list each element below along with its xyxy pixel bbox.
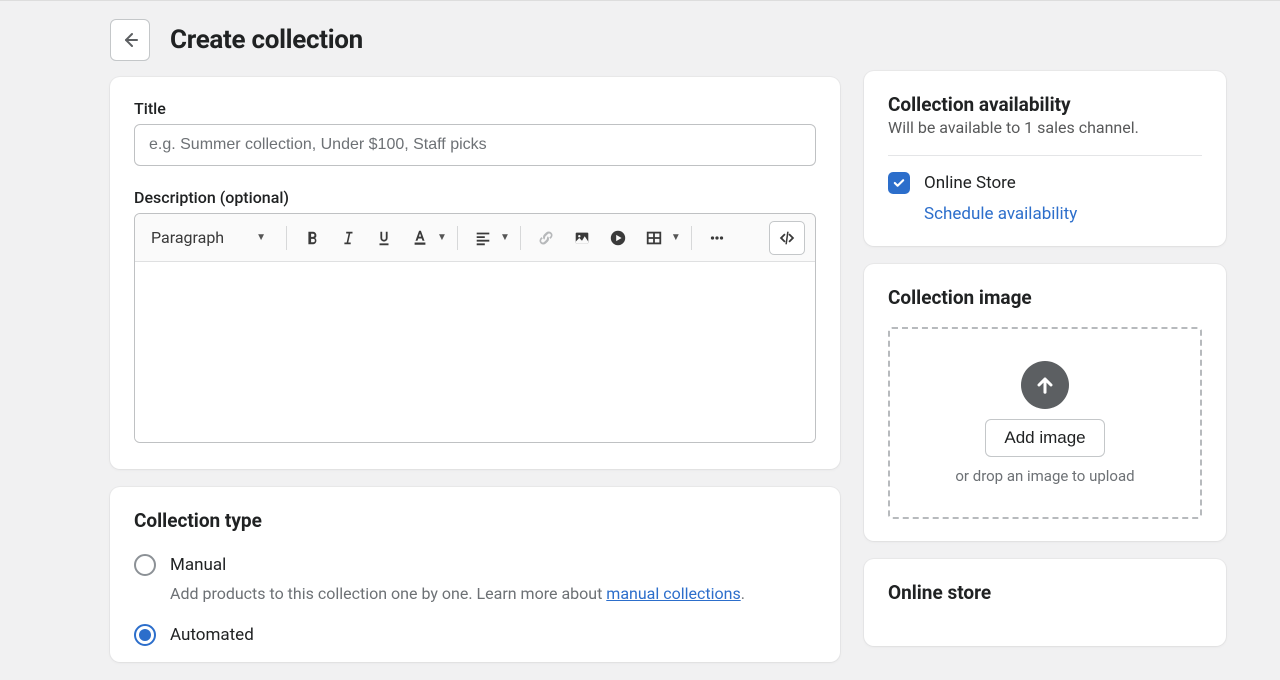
separator [691,226,692,250]
arrow-left-icon [120,30,140,50]
availability-card: Collection availability Will be availabl… [864,71,1226,246]
paragraph-style-label: Paragraph [151,228,224,247]
availability-heading: Collection availability [888,93,1202,116]
image-icon [573,229,591,247]
chevron-down-icon: ▼ [671,232,681,243]
description-label: Description (optional) [134,188,816,207]
code-view-button[interactable] [769,221,805,255]
rte-toolbar: Paragraph ▼ [135,214,815,262]
arrow-up-icon [1033,373,1057,397]
image-button[interactable] [567,223,597,253]
radio-automated[interactable] [134,624,156,646]
radio-manual-label: Manual [170,555,226,575]
upload-circle [1021,361,1069,409]
chevron-down-icon: ▼ [256,232,266,243]
italic-icon [339,229,357,247]
collection-type-heading: Collection type [134,509,816,532]
chevron-down-icon: ▼ [437,232,447,243]
online-store-checkbox[interactable] [888,172,910,194]
table-button[interactable]: ▼ [639,223,681,253]
online-store-card: Online store [864,559,1226,646]
italic-button[interactable] [333,223,363,253]
separator [286,226,287,250]
back-button[interactable] [110,19,150,61]
description-editor-body[interactable] [135,262,815,442]
align-button[interactable]: ▼ [468,223,510,253]
collection-type-card: Collection type Manual Add products to t… [110,487,840,662]
code-icon [778,229,796,247]
more-button[interactable] [702,223,732,253]
check-icon [892,176,906,190]
chevron-down-icon: ▼ [500,232,510,243]
table-icon [645,229,663,247]
radio-automated-label: Automated [170,625,254,645]
dots-icon [707,229,727,247]
title-input[interactable] [134,124,816,166]
video-button[interactable] [603,223,633,253]
page-header: Create collection [110,19,840,61]
underline-button[interactable] [369,223,399,253]
align-left-icon [474,229,492,247]
add-image-button[interactable]: Add image [985,419,1104,457]
collection-image-card: Collection image Add image or drop an im… [864,264,1226,541]
separator [520,226,521,250]
divider [888,155,1202,156]
manual-collections-link[interactable]: manual collections [606,584,740,603]
separator [457,226,458,250]
online-store-label: Online Store [924,173,1016,193]
radio-manual-description: Add products to this collection one by o… [170,582,816,606]
text-color-button[interactable]: ▼ [405,223,447,253]
rich-text-editor: Paragraph ▼ [134,213,816,443]
image-upload-area[interactable]: Add image or drop an image to upload [888,327,1202,519]
online-store-heading: Online store [888,581,1202,604]
link-icon [537,229,555,247]
collection-image-heading: Collection image [888,286,1202,309]
bold-button[interactable] [297,223,327,253]
availability-subtext: Will be available to 1 sales channel. [888,118,1202,137]
link-button[interactable] [531,223,561,253]
paragraph-style-select[interactable]: Paragraph ▼ [145,220,276,256]
text-color-icon [411,229,429,247]
radio-manual[interactable] [134,554,156,576]
play-circle-icon [609,229,627,247]
underline-icon [375,229,393,247]
title-label: Title [134,99,816,118]
page-title: Create collection [170,25,363,55]
schedule-availability-link[interactable]: Schedule availability [924,204,1202,224]
bold-icon [303,229,321,247]
title-description-card: Title Description (optional) Paragraph ▼ [110,77,840,469]
drop-hint-text: or drop an image to upload [955,467,1134,485]
